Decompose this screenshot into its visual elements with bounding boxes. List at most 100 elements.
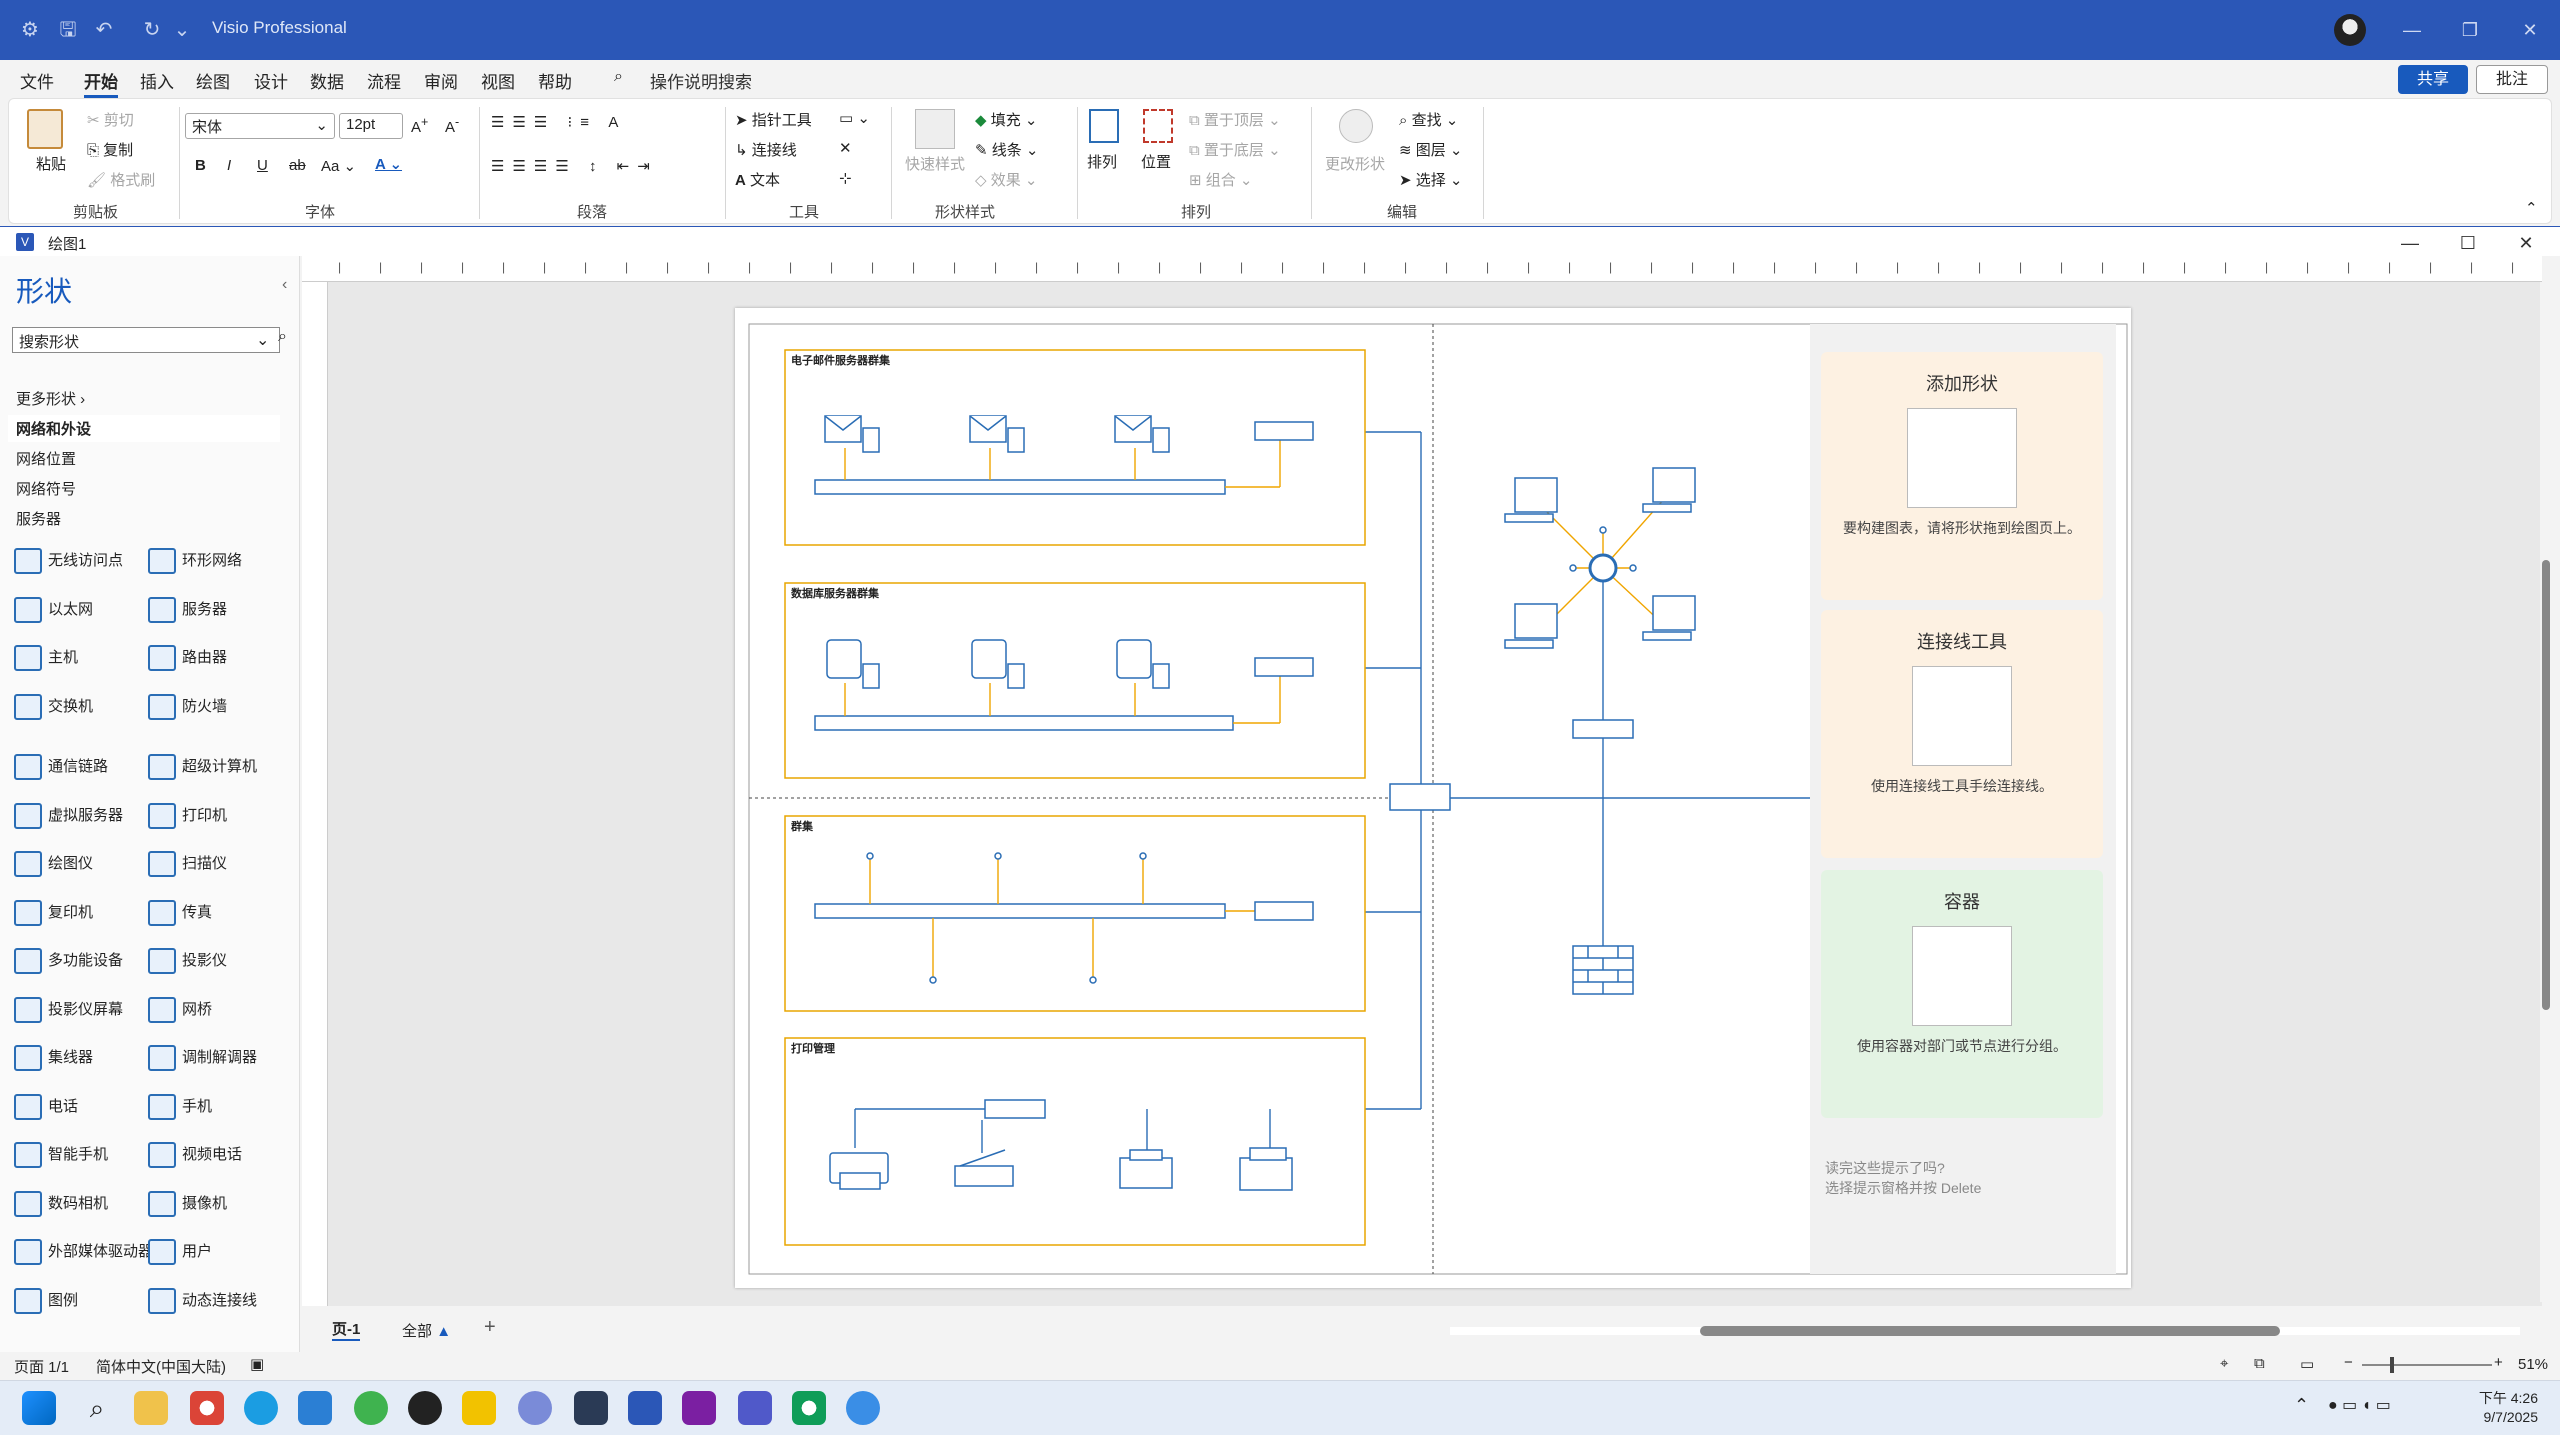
- tab-design[interactable]: 设计: [254, 66, 288, 95]
- doc-maximize-icon[interactable]: ☐: [2448, 227, 2488, 259]
- stencil-servers[interactable]: 服务器: [16, 508, 61, 529]
- send-to-back-button[interactable]: ⧉ 置于底层 ⌄: [1189, 139, 1281, 160]
- save-icon[interactable]: 🖫: [52, 14, 84, 46]
- minimize-icon[interactable]: —: [2392, 14, 2432, 46]
- fit-page-icon[interactable]: ⌖: [2220, 1355, 2228, 1372]
- pointer-tool-button[interactable]: ➤ 指针工具: [735, 109, 812, 130]
- vscode-icon[interactable]: [298, 1391, 332, 1425]
- shape-item[interactable]: 虚拟服务器: [14, 801, 154, 831]
- shape-item[interactable]: 传真: [148, 898, 288, 928]
- position-icon[interactable]: [1143, 109, 1173, 143]
- shape-item[interactable]: 智能手机: [14, 1140, 154, 1170]
- tab-insert[interactable]: 插入: [140, 66, 174, 95]
- sheet-tab-page1[interactable]: 页-1: [332, 1318, 361, 1341]
- tip-connector-tool[interactable]: 连接线工具 使用连接线工具手绘连接线。: [1821, 610, 2103, 858]
- font-color-button[interactable]: A ⌄: [375, 155, 402, 173]
- autosave-icon[interactable]: ⚙: [14, 14, 46, 46]
- tray-icons[interactable]: ● ▭ ◖ ▭: [2328, 1395, 2391, 1415]
- font-size-select[interactable]: 12pt: [339, 113, 403, 139]
- wechat-icon[interactable]: [354, 1391, 388, 1425]
- doc-minimize-icon[interactable]: —: [2390, 227, 2430, 259]
- change-case-button[interactable]: Aa ⌄: [321, 157, 356, 175]
- shape-item[interactable]: 摄像机: [148, 1189, 288, 1219]
- fill-button[interactable]: ◆ 填充 ⌄: [975, 109, 1037, 130]
- underline-button[interactable]: U: [257, 157, 268, 174]
- search-icon[interactable]: ⌕: [278, 328, 287, 346]
- shape-item[interactable]: 外部媒体驱动器: [14, 1237, 154, 1267]
- shape-item[interactable]: 集线器: [14, 1043, 154, 1073]
- shape-item[interactable]: 动态连接线: [148, 1286, 288, 1316]
- shape-item[interactable]: 网桥: [148, 995, 288, 1025]
- format-painter-button[interactable]: 🖌 格式刷: [87, 169, 155, 190]
- tab-home[interactable]: 开始: [84, 66, 118, 98]
- arrange-button[interactable]: 排列: [1087, 151, 1117, 172]
- bring-to-front-button[interactable]: ⧉ 置于顶层 ⌄: [1189, 109, 1281, 130]
- rectangle-shape-icon[interactable]: ▭ ⌄: [839, 109, 870, 127]
- shape-item[interactable]: 投影仪: [148, 946, 288, 976]
- quick-styles-button[interactable]: 快速样式: [905, 153, 965, 174]
- cut-button[interactable]: ✂ 剪切: [87, 109, 134, 130]
- position-button[interactable]: 位置: [1141, 151, 1171, 172]
- copy-button[interactable]: ⎘ 复制: [87, 139, 133, 160]
- start-icon[interactable]: [22, 1391, 56, 1425]
- grow-font-icon[interactable]: A+: [411, 115, 428, 136]
- customize-quick-access-icon[interactable]: ⌄: [172, 14, 192, 46]
- line-button[interactable]: ✎ 线条 ⌄: [975, 139, 1039, 160]
- file-explorer-icon[interactable]: [134, 1391, 168, 1425]
- shape-item[interactable]: 用户: [148, 1237, 288, 1267]
- change-shape-icon[interactable]: [1339, 109, 1373, 143]
- vertical-scroll-thumb[interactable]: [2542, 560, 2550, 1010]
- app-icon[interactable]: [518, 1391, 552, 1425]
- italic-button[interactable]: I: [227, 157, 231, 174]
- language-indicator[interactable]: 简体中文(中国大陆): [96, 1356, 226, 1377]
- font-family-select[interactable]: 宋体 ⌄: [185, 113, 335, 139]
- shape-item[interactable]: 无线访问点: [14, 546, 154, 576]
- zoom-slider[interactable]: [2362, 1364, 2492, 1366]
- shape-item[interactable]: 交换机: [14, 692, 154, 722]
- shape-item[interactable]: 绘图仪: [14, 849, 154, 879]
- app-icon[interactable]: [462, 1391, 496, 1425]
- select-button[interactable]: ➤ 选择 ⌄: [1399, 169, 1463, 190]
- stencil-network-symbols[interactable]: 网络符号: [16, 478, 76, 499]
- shape-item[interactable]: 环形网络: [148, 546, 288, 576]
- qq-icon[interactable]: [408, 1391, 442, 1425]
- stencil-network-locations[interactable]: 网络位置: [16, 448, 76, 469]
- shape-item[interactable]: 路由器: [148, 643, 288, 673]
- presentation-icon[interactable]: ▭: [2300, 1355, 2314, 1373]
- tab-file[interactable]: 文件: [20, 66, 54, 95]
- shape-item[interactable]: 视频电话: [148, 1140, 288, 1170]
- bold-button[interactable]: B: [195, 157, 206, 174]
- visio-taskbar-icon[interactable]: [628, 1391, 662, 1425]
- tell-me-search[interactable]: 操作说明搜索: [650, 68, 752, 93]
- shape-item[interactable]: 以太网: [14, 595, 154, 625]
- connector-button[interactable]: ↳ 连接线: [735, 139, 797, 160]
- tab-help[interactable]: 帮助: [538, 66, 572, 95]
- strikethrough-button[interactable]: ab: [289, 157, 306, 174]
- shape-item[interactable]: 打印机: [148, 801, 288, 831]
- layers-button[interactable]: ≋ 图层 ⌄: [1399, 139, 1463, 160]
- search-icon[interactable]: ⌕: [80, 1391, 114, 1425]
- all-pages-button[interactable]: 全部 ▲: [402, 1320, 451, 1341]
- search-dropdown-icon[interactable]: ⌄: [256, 330, 269, 350]
- shrink-font-icon[interactable]: A-: [445, 115, 459, 136]
- drawing-page[interactable]: 电子邮件服务器群集 数据库服务器群集 群集 打印管理 添加形状 要构建图表，请将…: [735, 308, 2131, 1288]
- show-hidden-icons[interactable]: ⌃: [2294, 1395, 2309, 1416]
- shape-item[interactable]: 调制解调器: [148, 1043, 288, 1073]
- search-shapes-input[interactable]: 搜索形状: [12, 327, 280, 353]
- align-text-buttons[interactable]: ☰☰☰☰ ↕ ⇤⇥: [491, 157, 658, 175]
- redo-icon[interactable]: ↻: [136, 14, 168, 46]
- shape-item[interactable]: 多功能设备: [14, 946, 154, 976]
- shape-item[interactable]: 通信链路: [14, 752, 154, 782]
- stencil-network-peripherals[interactable]: 网络和外设: [8, 415, 280, 442]
- accessibility-icon[interactable]: ▣: [250, 1355, 264, 1373]
- restore-icon[interactable]: ❐: [2450, 14, 2490, 46]
- tab-view[interactable]: 视图: [481, 66, 515, 95]
- shape-item[interactable]: 扫描仪: [148, 849, 288, 879]
- collapse-pane-icon[interactable]: ‹: [282, 276, 287, 294]
- tip-add-shapes[interactable]: 添加形状 要构建图表，请将形状拖到绘图页上。: [1821, 352, 2103, 600]
- align-top-buttons[interactable]: ☰☰☰ ⁝≡ A: [491, 113, 626, 131]
- group-button[interactable]: ⊞ 组合 ⌄: [1189, 169, 1253, 190]
- clock[interactable]: 下午 4:26 9/7/2025: [2458, 1389, 2538, 1427]
- app-icon[interactable]: [574, 1391, 608, 1425]
- share-button[interactable]: 共享: [2398, 65, 2468, 94]
